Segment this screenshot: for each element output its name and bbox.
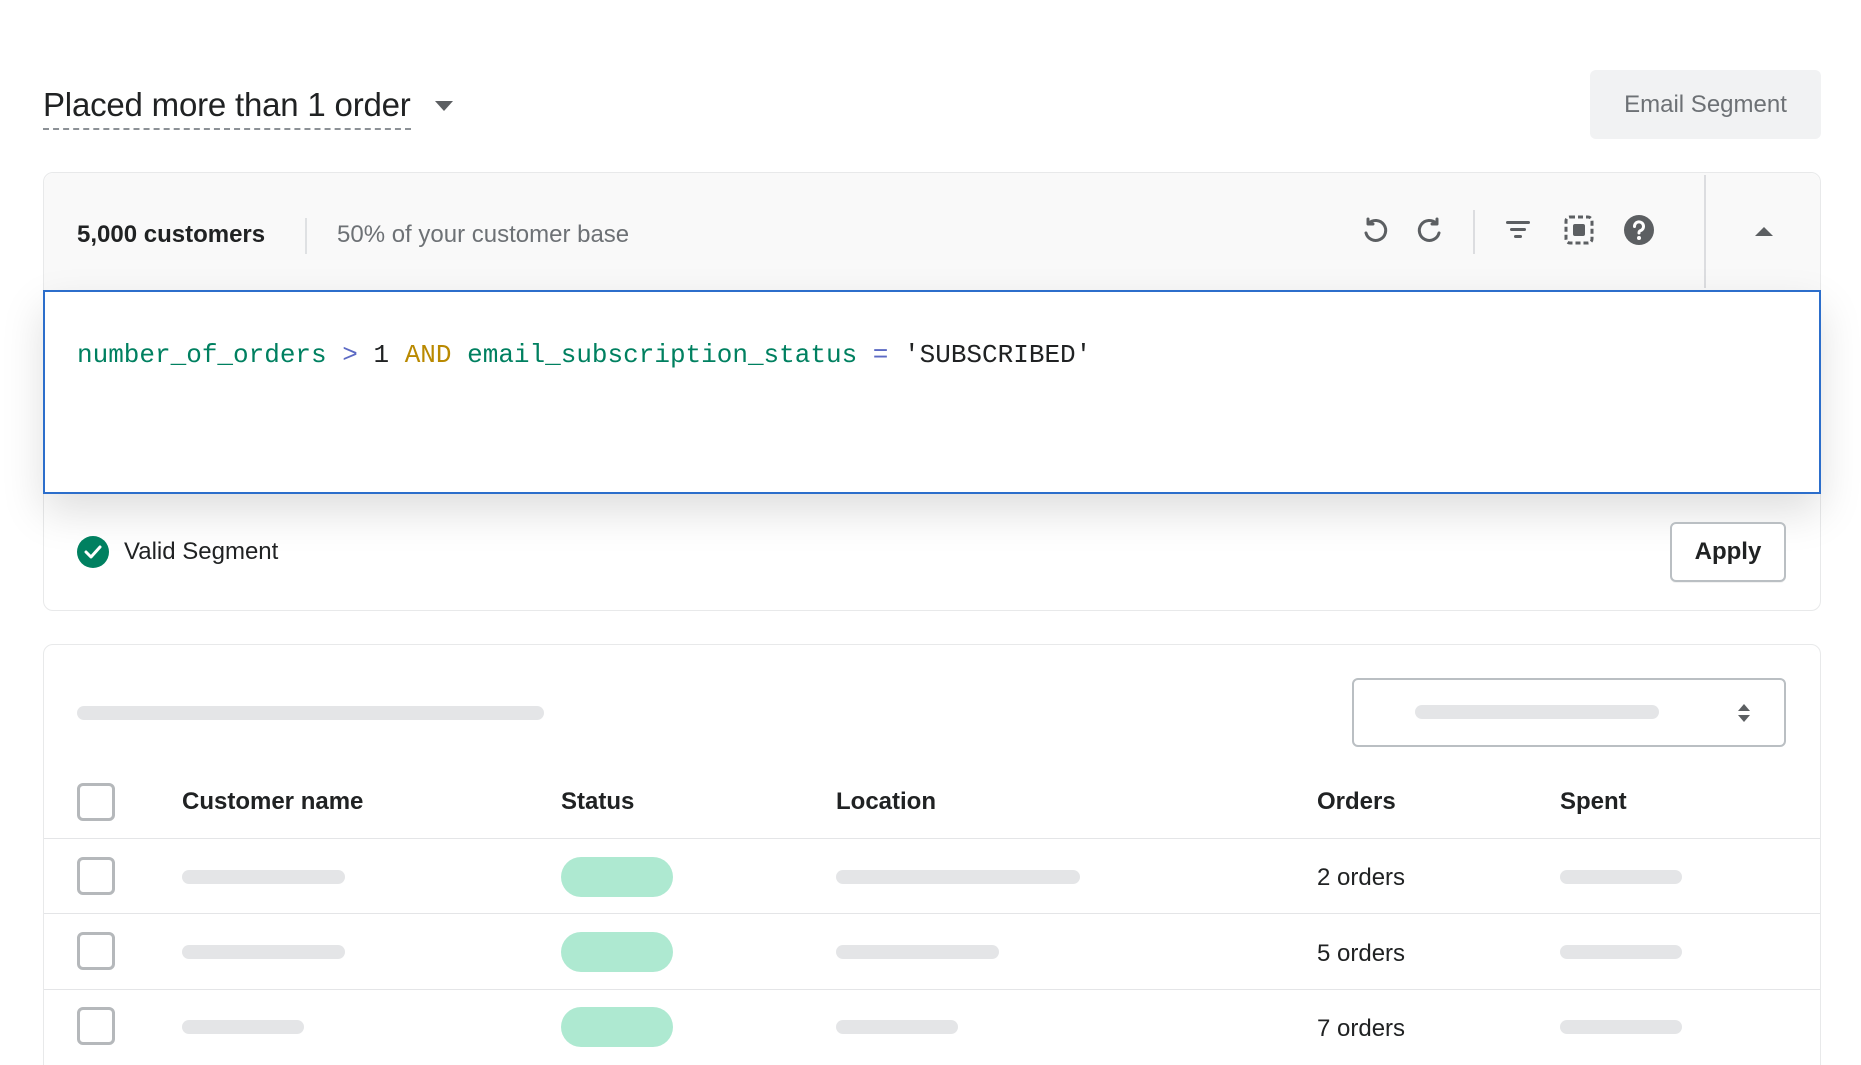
loading-placeholder bbox=[182, 1020, 304, 1034]
redo-icon[interactable] bbox=[1412, 212, 1448, 248]
select-all-checkbox[interactable] bbox=[77, 783, 115, 821]
row-divider bbox=[44, 838, 1820, 839]
status-badge bbox=[561, 932, 673, 972]
sort-select[interactable] bbox=[1352, 678, 1786, 747]
sort-arrows-icon bbox=[1738, 704, 1750, 722]
query-line: number_of_orders > 1 AND email_subscript… bbox=[77, 340, 1091, 370]
row-checkbox[interactable] bbox=[77, 857, 115, 895]
column-header-spent[interactable]: Spent bbox=[1560, 788, 1627, 816]
query-keyword: AND bbox=[404, 340, 452, 370]
orders-count: 2 orders bbox=[1317, 864, 1406, 891]
select-all-icon[interactable] bbox=[1561, 212, 1597, 248]
row-checkbox[interactable] bbox=[77, 932, 115, 970]
status-badge bbox=[561, 857, 673, 897]
undo-icon[interactable] bbox=[1357, 212, 1393, 248]
email-segment-button[interactable]: Email Segment bbox=[1590, 70, 1821, 139]
loading-placeholder bbox=[836, 870, 1080, 884]
loading-placeholder bbox=[77, 706, 544, 720]
query-editor[interactable]: number_of_orders > 1 AND email_subscript… bbox=[43, 290, 1821, 494]
filter-icon[interactable] bbox=[1500, 212, 1536, 248]
editor-toolbar: 5,000 customers 50% of your customer bas… bbox=[44, 173, 1820, 291]
loading-placeholder bbox=[836, 1020, 958, 1034]
toolbar-divider bbox=[1473, 210, 1475, 254]
query-value: 1 bbox=[373, 340, 390, 370]
query-value: 'SUBSCRIBED' bbox=[904, 340, 1092, 370]
column-header-status[interactable]: Status bbox=[561, 788, 634, 816]
segment-selector[interactable]: Placed more than 1 order bbox=[43, 82, 453, 130]
loading-placeholder bbox=[182, 870, 345, 884]
orders-count: 7 orders bbox=[1317, 1015, 1406, 1042]
row-checkbox[interactable] bbox=[77, 1007, 115, 1045]
column-header-location[interactable]: Location bbox=[836, 788, 936, 816]
status-badge bbox=[561, 1007, 673, 1047]
loading-placeholder bbox=[1415, 705, 1659, 719]
query-operator: > bbox=[342, 340, 358, 370]
query-operator: = bbox=[872, 340, 889, 370]
validation-status: Valid Segment bbox=[124, 538, 279, 565]
customer-share: 50% of your customer base bbox=[337, 221, 630, 248]
loading-placeholder bbox=[1560, 870, 1682, 884]
loading-placeholder bbox=[182, 945, 345, 959]
collapse-icon[interactable] bbox=[1749, 216, 1779, 246]
query-field: number_of_orders bbox=[77, 340, 327, 370]
loading-placeholder bbox=[1560, 1020, 1682, 1034]
divider bbox=[305, 218, 307, 254]
query-field: email_subscription_status bbox=[467, 340, 858, 370]
orders-count: 5 orders bbox=[1317, 940, 1406, 967]
apply-button[interactable]: Apply bbox=[1670, 522, 1786, 582]
column-header-orders[interactable]: Orders bbox=[1317, 788, 1396, 816]
help-icon[interactable] bbox=[1621, 212, 1657, 248]
collapse-divider bbox=[1704, 175, 1706, 288]
loading-placeholder bbox=[1560, 945, 1682, 959]
row-divider bbox=[44, 989, 1820, 990]
loading-placeholder bbox=[836, 945, 999, 959]
customer-count: 5,000 customers bbox=[77, 221, 266, 248]
check-circle-icon bbox=[77, 536, 109, 568]
row-divider bbox=[44, 913, 1820, 914]
caret-down-icon[interactable] bbox=[434, 101, 453, 111]
column-header-name[interactable]: Customer name bbox=[182, 788, 363, 816]
segment-title[interactable]: Placed more than 1 order bbox=[43, 82, 411, 130]
